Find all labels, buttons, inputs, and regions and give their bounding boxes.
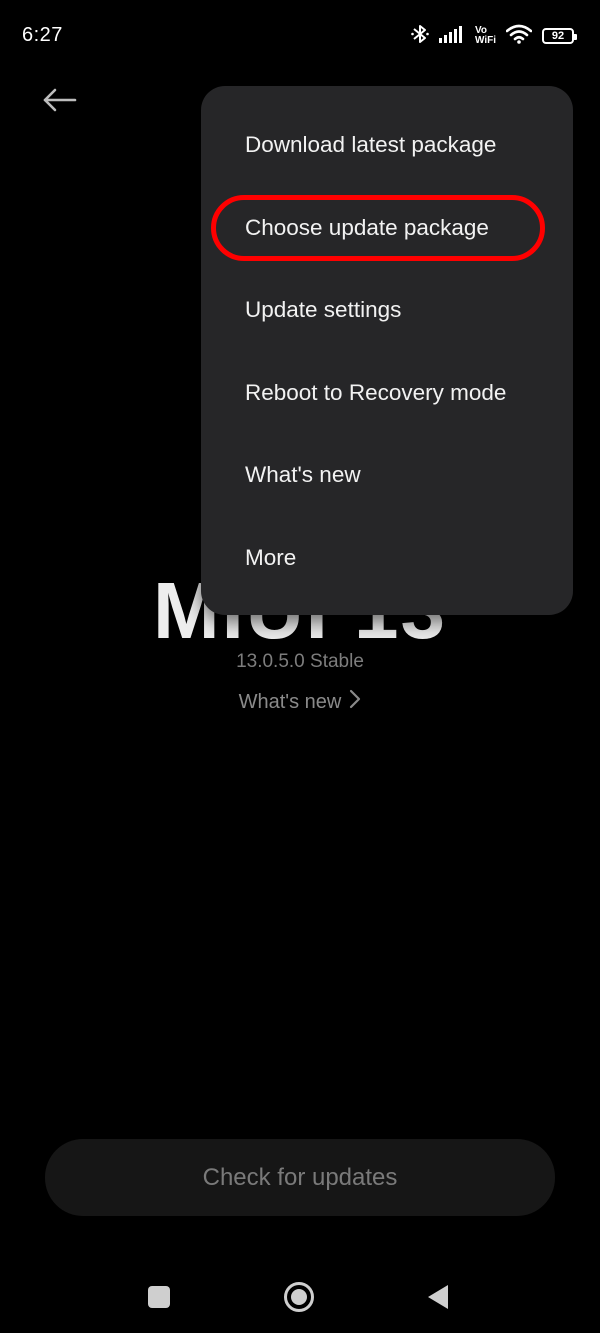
menu-item-choose-update-package[interactable]: Choose update package [201,187,573,269]
overflow-menu: Download latest package Choose update pa… [201,86,573,615]
battery-icon: 92 [542,28,577,44]
home-dot [291,1289,307,1305]
wifi-icon [505,24,533,49]
arrow-left-icon [42,88,78,117]
check-for-updates-button[interactable]: Check for updates [45,1139,555,1216]
back-button[interactable] [36,82,84,122]
back-triangle-icon[interactable] [428,1285,448,1309]
menu-item-more[interactable]: More [201,517,573,599]
signal-icon [438,25,465,48]
bluetooth-icon [411,23,429,50]
whats-new-label: What's new [238,690,342,713]
menu-item-reboot-recovery[interactable]: Reboot to Recovery mode [201,352,573,434]
version-text: 13.0.5.0 Stable [236,651,364,672]
status-time: 6:27 [22,24,63,46]
battery-level: 92 [551,29,565,42]
whats-new-link[interactable]: What's new [0,689,600,715]
navigation-bar [0,1260,600,1333]
chevron-right-icon [349,689,361,715]
menu-item-update-settings[interactable]: Update settings [201,269,573,351]
vowifi-indicator: Vo WiFi [475,26,496,46]
recents-square-icon[interactable] [148,1286,170,1308]
menu-item-download-latest-package[interactable]: Download latest package [201,104,573,186]
vowifi-bottom-text: WiFi [474,35,496,46]
status-bar: 6:27 Vo WiFi 92 [0,0,600,72]
home-circle-icon[interactable] [284,1282,314,1312]
menu-item-whats-new[interactable]: What's new [201,434,573,516]
status-icons: Vo WiFi 92 [411,20,577,52]
